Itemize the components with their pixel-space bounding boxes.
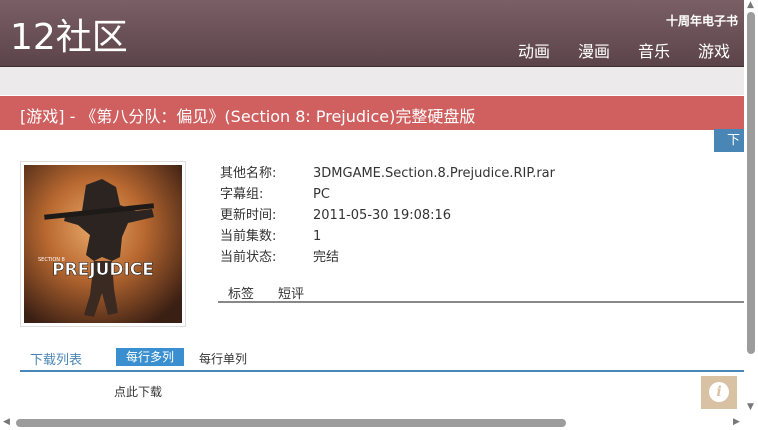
info-row-alt-name: 其他名称: 3DMGAME.Section.8.Prejudice.RIP.ra… bbox=[220, 163, 555, 184]
mode-multi-column-button[interactable]: 每行多列 bbox=[116, 348, 185, 366]
tab-tags[interactable]: 标签 bbox=[228, 283, 254, 302]
info-value: 1 bbox=[313, 229, 322, 244]
site-header: 12社区 十周年电子书 动画 漫画 音乐 游戏 bbox=[0, 0, 744, 67]
ebook-link[interactable]: 十周年电子书 bbox=[666, 12, 738, 29]
info-key: 字幕组: bbox=[220, 187, 264, 202]
info-key: 更新时间: bbox=[220, 208, 277, 223]
info-value: 完结 bbox=[313, 250, 340, 265]
game-info: 其他名称: 3DMGAME.Section.8.Prejudice.RIP.ra… bbox=[220, 163, 555, 268]
info-value: PC bbox=[313, 187, 330, 202]
download-link[interactable]: 点此下载 bbox=[114, 383, 162, 400]
horizontal-scroll-thumb[interactable] bbox=[16, 419, 566, 427]
scroll-right-icon[interactable]: ▶ bbox=[733, 417, 740, 427]
vertical-scroll-thumb[interactable] bbox=[747, 12, 755, 354]
game-cover: SECTION 8 PREJUDICE bbox=[20, 161, 186, 327]
horizontal-scrollbar[interactable]: ◀ ▶ bbox=[0, 416, 744, 430]
nav-anime[interactable]: 动画 bbox=[518, 38, 550, 62]
main-nav: 动画 漫画 音乐 游戏 bbox=[518, 38, 730, 62]
info-key: 其他名称: bbox=[220, 166, 277, 181]
scrollbar-corner bbox=[744, 416, 758, 430]
info-key: 当前状态: bbox=[220, 250, 277, 265]
info-row-update-time: 更新时间: 2011-05-30 19:08:16 bbox=[220, 205, 555, 226]
info-button[interactable]: i bbox=[701, 376, 737, 409]
info-tabs: 标签 短评 bbox=[218, 281, 744, 303]
sub-header-bar bbox=[0, 67, 744, 95]
page-title: [游戏] - 《第八分队：偏见》(Section 8: Prejudice)完整… bbox=[20, 107, 476, 126]
mode-single-column-button[interactable]: 每行单列 bbox=[199, 350, 247, 367]
site-logo[interactable]: 12社区 bbox=[10, 14, 128, 62]
scroll-up-icon[interactable]: ▲ bbox=[747, 0, 754, 10]
cover-art: SECTION 8 PREJUDICE bbox=[24, 165, 182, 323]
info-key: 当前集数: bbox=[220, 229, 277, 244]
title-bar: [游戏] - 《第八分队：偏见》(Section 8: Prejudice)完整… bbox=[0, 96, 744, 130]
info-icon: i bbox=[709, 382, 729, 402]
info-value: 3DMGAME.Section.8.Prejudice.RIP.rar bbox=[313, 166, 555, 181]
download-list-title: 下载列表 bbox=[30, 353, 83, 368]
download-list-header: 下载列表 每行多列 每行单列 bbox=[20, 348, 744, 372]
info-value: 2011-05-30 19:08:16 bbox=[313, 208, 452, 223]
cover-title-text: PREJUDICE bbox=[52, 260, 154, 280]
scroll-left-icon[interactable]: ◀ bbox=[3, 417, 10, 427]
info-row-episodes: 当前集数: 1 bbox=[220, 226, 555, 247]
scroll-down-icon[interactable]: ▼ bbox=[747, 402, 754, 412]
nav-comics[interactable]: 漫画 bbox=[578, 38, 610, 62]
nav-music[interactable]: 音乐 bbox=[638, 38, 670, 62]
download-button[interactable]: 下载 bbox=[714, 129, 744, 152]
tab-reviews[interactable]: 短评 bbox=[278, 283, 304, 302]
nav-games[interactable]: 游戏 bbox=[698, 38, 730, 62]
vertical-scrollbar[interactable]: ▲ ▼ bbox=[744, 0, 758, 416]
info-row-subtitle-group: 字幕组: PC bbox=[220, 184, 555, 205]
info-row-status: 当前状态: 完结 bbox=[220, 247, 555, 268]
